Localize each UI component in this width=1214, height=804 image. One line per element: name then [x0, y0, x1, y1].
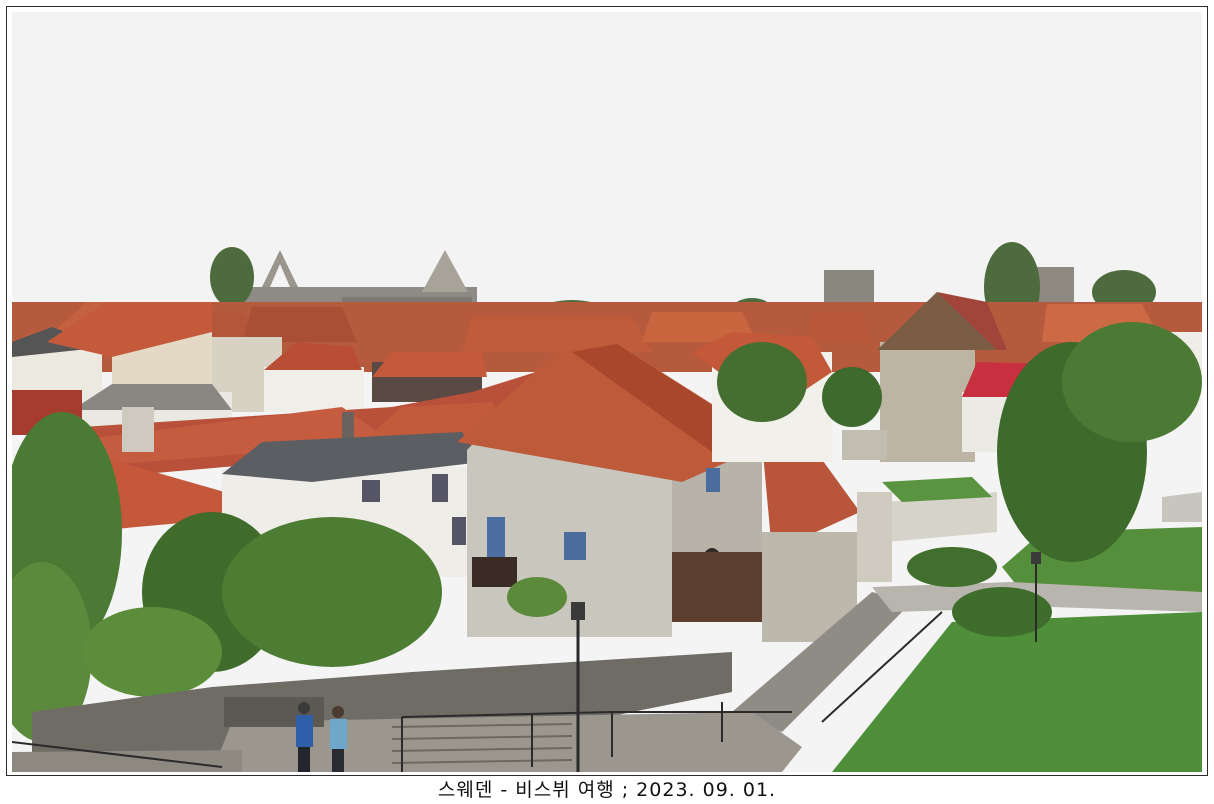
- landscape-photo: [12, 12, 1202, 772]
- town-scene: [12, 12, 1202, 772]
- photo-caption: 스웨덴 - 비스뷔 여행 ; 2023. 09. 01.: [437, 779, 777, 801]
